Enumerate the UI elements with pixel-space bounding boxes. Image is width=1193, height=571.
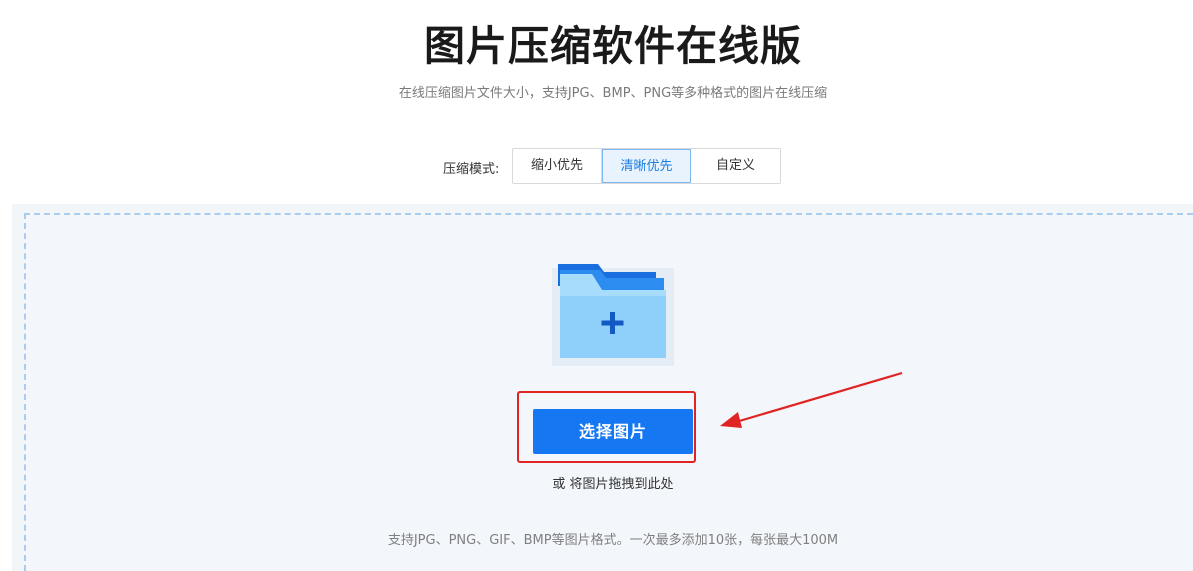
compression-mode-selector: 缩小优先 清晰优先 自定义 xyxy=(512,148,781,184)
mode-option-clarity-first[interactable]: 清晰优先 xyxy=(602,149,691,183)
page-subtitle: 在线压缩图片文件大小，支持JPG、BMP、PNG等多种格式的图片在线压缩 xyxy=(398,86,828,101)
supported-formats-hint: 支持JPG、PNG、GIF、BMP等图片格式。一次最多添加10张，每张最大100… xyxy=(387,533,839,548)
folder-plus-icon[interactable] xyxy=(552,260,674,366)
annotation-arrow-icon xyxy=(720,371,903,428)
compression-mode-label: 压缩模式: xyxy=(443,162,500,177)
select-image-button[interactable]: 选择图片 xyxy=(533,409,693,454)
page-title: 图片压缩软件在线版 xyxy=(424,22,802,70)
mode-option-custom[interactable]: 自定义 xyxy=(691,149,780,183)
drag-drop-hint: 或 将图片拖拽到此处 xyxy=(552,477,674,492)
mode-option-size-first[interactable]: 缩小优先 xyxy=(513,149,602,183)
